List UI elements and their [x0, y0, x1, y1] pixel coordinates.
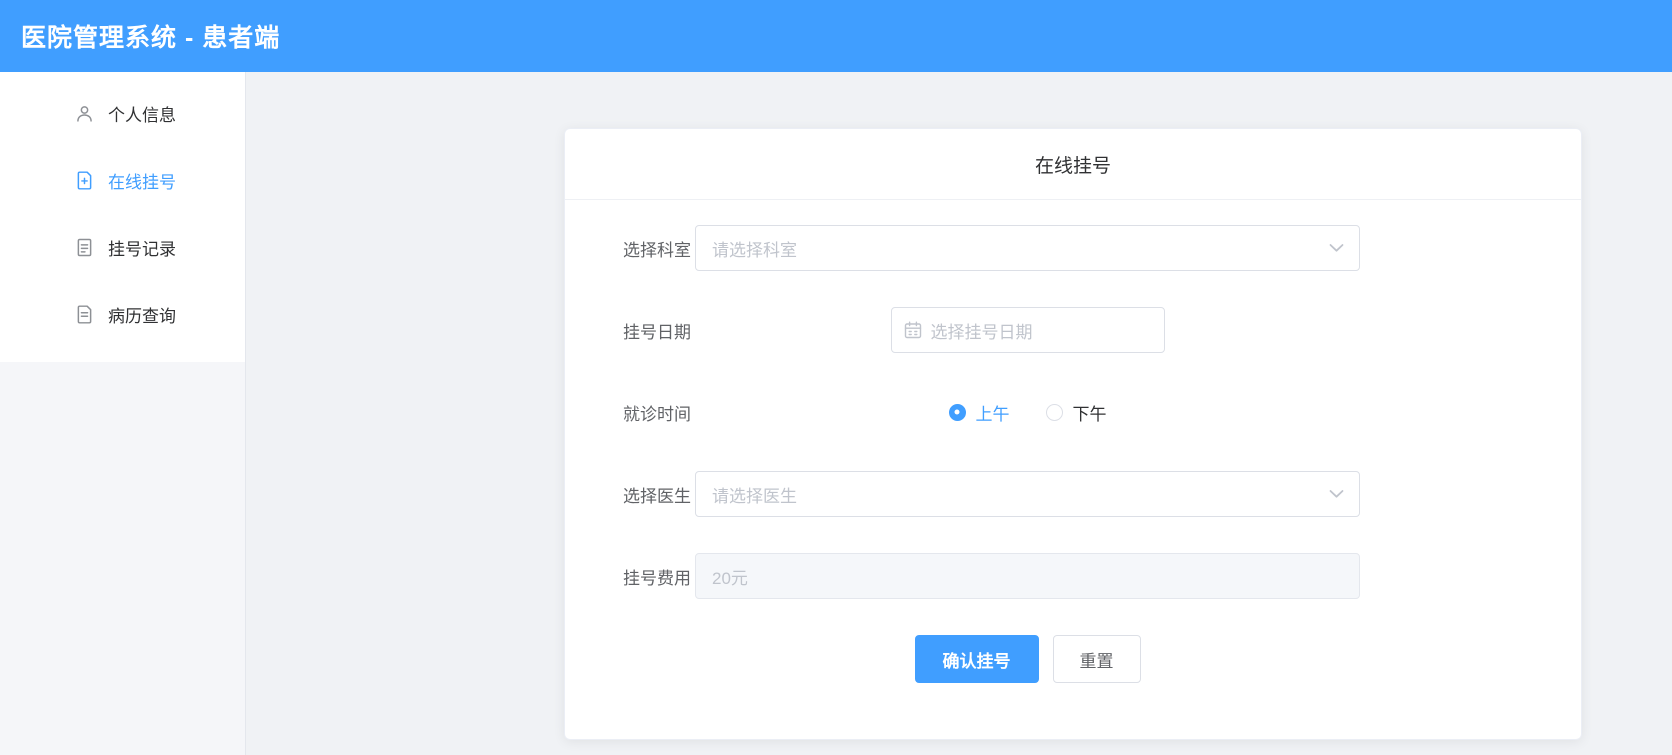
date-picker-input[interactable]: 选择挂号日期	[890, 307, 1165, 353]
reset-button[interactable]: 重置	[1052, 635, 1141, 683]
date-placeholder: 选择挂号日期	[930, 322, 1033, 342]
app-title: 医院管理系统 - 患者端	[21, 24, 281, 52]
registration-card: 在线挂号 选择科室 请选择科室 挂号日期 选择挂号日期 就诊时间 上午 下午 选…	[564, 128, 1582, 740]
sidebar-item-online-registration[interactable]: 在线挂号	[0, 147, 245, 214]
radio-afternoon-label: 下午	[1072, 404, 1107, 424]
sidebar: 个人信息 在线挂号 挂号记录 病历查询	[0, 72, 246, 755]
doctor-placeholder: 请选择医生	[712, 486, 797, 506]
card-header: 在线挂号	[565, 129, 1581, 200]
fee-input	[695, 553, 1360, 599]
time-label: 就诊时间	[623, 404, 691, 424]
date-label: 挂号日期	[623, 322, 691, 342]
chevron-down-icon	[1329, 490, 1344, 499]
radio-selected-icon	[948, 403, 966, 421]
doctor-label: 选择医生	[623, 486, 691, 506]
card-title: 在线挂号	[1034, 155, 1111, 177]
form-row-department: 选择科室 请选择科室	[591, 225, 1581, 271]
radio-morning[interactable]: 上午	[948, 400, 1010, 425]
document-list-icon	[74, 237, 95, 258]
main-content: 在线挂号 选择科室 请选择科室 挂号日期 选择挂号日期 就诊时间 上午 下午 选…	[246, 72, 1672, 755]
form-row-fee: 挂号费用	[591, 553, 1581, 599]
app-header: 医院管理系统 - 患者端	[0, 0, 1672, 72]
fee-label: 挂号费用	[623, 568, 691, 588]
department-placeholder: 请选择科室	[712, 240, 797, 260]
department-select[interactable]: 请选择科室	[695, 225, 1360, 271]
form-actions: 确认挂号 重置	[695, 635, 1360, 683]
department-label: 选择科室	[623, 240, 691, 260]
registration-form: 选择科室 请选择科室 挂号日期 选择挂号日期 就诊时间 上午 下午 选择医生 请…	[565, 200, 1581, 683]
user-icon	[74, 103, 95, 124]
form-row-date: 挂号日期 选择挂号日期	[591, 307, 1581, 353]
calendar-icon	[904, 321, 922, 339]
form-row-doctor: 选择医生 请选择医生	[591, 471, 1581, 517]
radio-morning-label: 上午	[975, 404, 1010, 424]
sidebar-item-personal-info[interactable]: 个人信息	[0, 80, 245, 147]
app-window: 医院管理系统 - 患者端 个人信息 在线挂号 挂号记录 病历查询 在线挂号 选择…	[0, 0, 1672, 755]
radio-afternoon[interactable]: 下午	[1045, 400, 1107, 425]
sidebar-item-medical-records[interactable]: 病历查询	[0, 281, 245, 348]
doctor-select[interactable]: 请选择医生	[695, 471, 1360, 517]
document-search-icon	[74, 304, 95, 325]
sidebar-item-label: 个人信息	[108, 106, 176, 125]
chevron-down-icon	[1329, 244, 1344, 253]
confirm-registration-button[interactable]: 确认挂号	[914, 635, 1039, 683]
form-row-time: 就诊时间 上午 下午	[591, 389, 1581, 435]
document-add-icon	[74, 170, 95, 191]
time-radio-group: 上午 下午	[695, 400, 1360, 425]
sidebar-item-label: 在线挂号	[108, 173, 176, 192]
sidebar-menu: 个人信息 在线挂号 挂号记录 病历查询	[0, 72, 245, 362]
sidebar-item-registration-records[interactable]: 挂号记录	[0, 214, 245, 281]
sidebar-item-label: 病历查询	[108, 307, 176, 326]
sidebar-item-label: 挂号记录	[108, 240, 176, 259]
radio-unselected-icon	[1045, 403, 1063, 421]
